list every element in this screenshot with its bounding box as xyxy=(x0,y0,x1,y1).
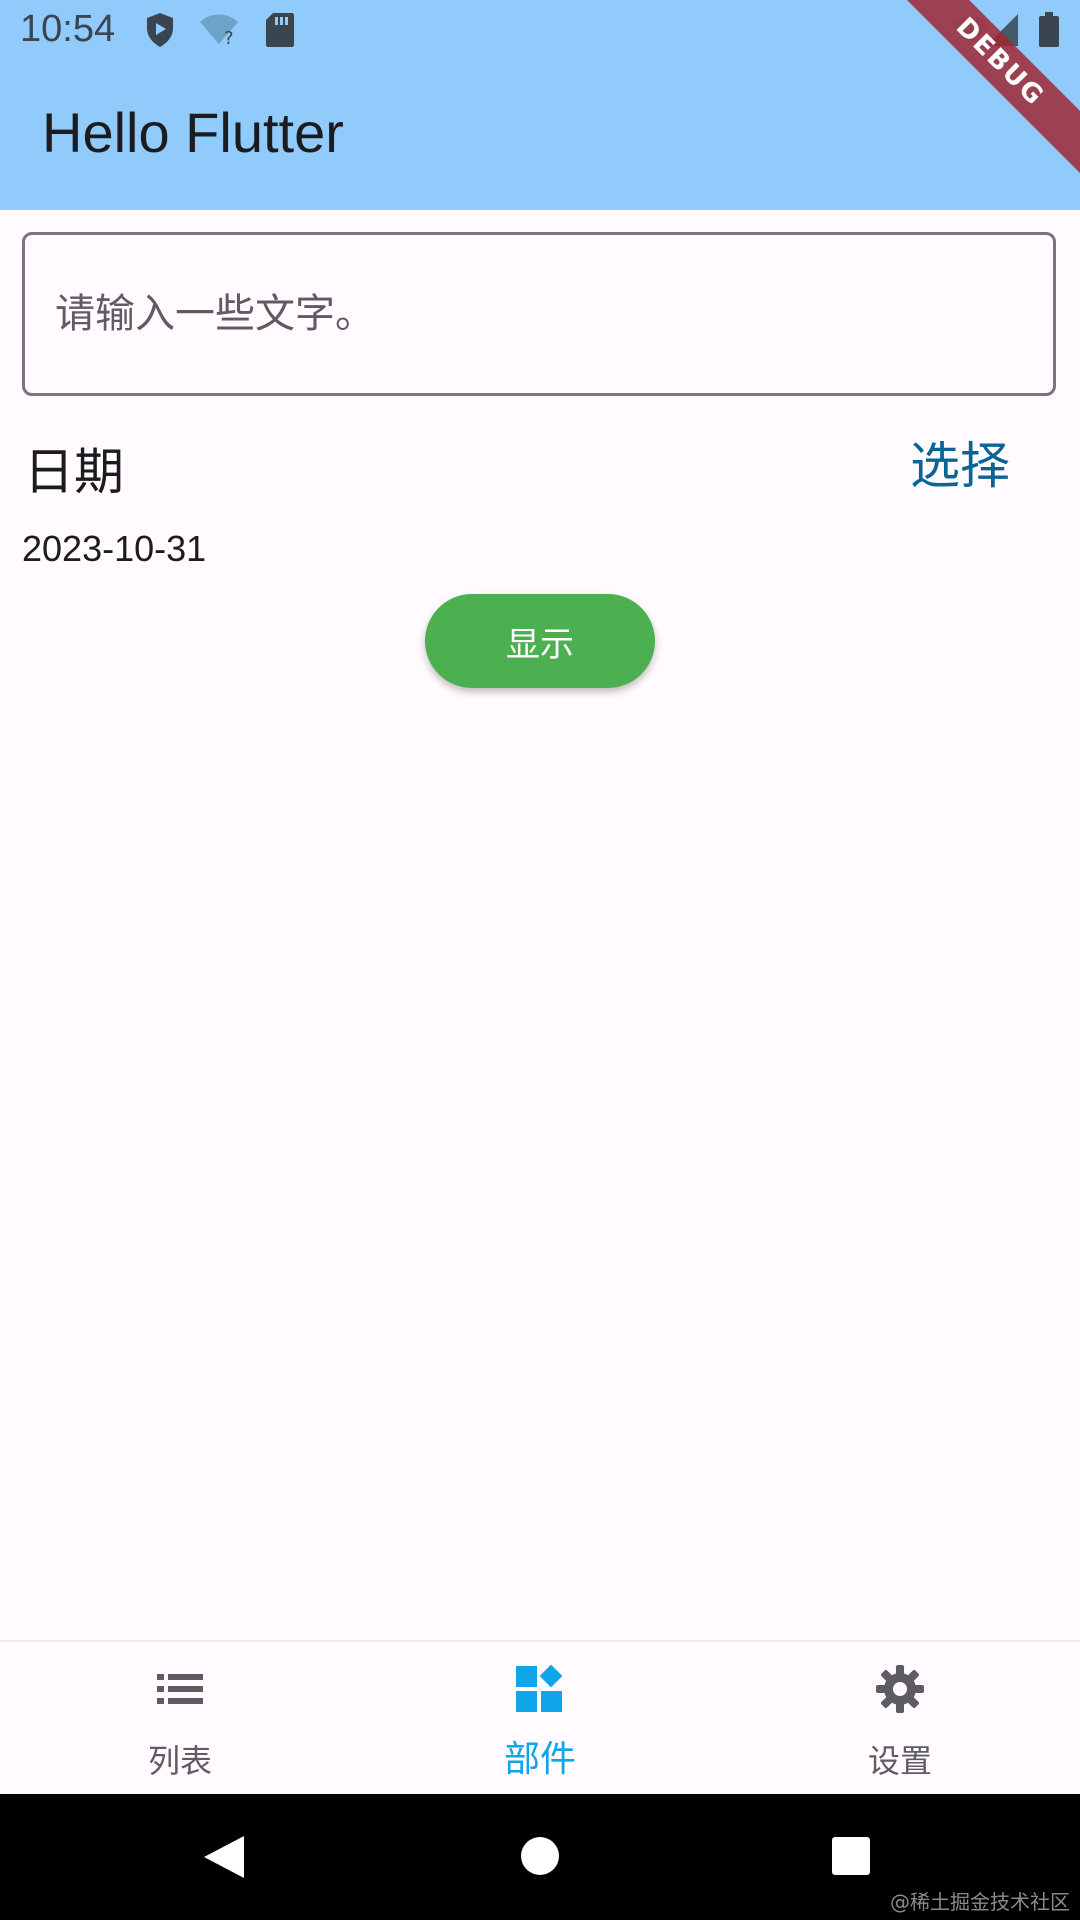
app-title: Hello Flutter xyxy=(42,101,344,164)
recents-icon[interactable] xyxy=(831,1836,871,1876)
nav-item-list[interactable]: 列表 xyxy=(0,1642,360,1796)
nav-label-settings: 设置 xyxy=(867,1742,932,1780)
date-value: 2023-10-31 xyxy=(22,528,207,569)
watermark: @稀土掘金技术社区 xyxy=(890,1890,1070,1914)
sd-card-icon xyxy=(266,13,294,47)
wifi-question-icon: ? xyxy=(200,14,238,46)
nav-item-widgets[interactable]: 部件 xyxy=(360,1642,720,1796)
battery-icon xyxy=(1039,12,1059,47)
home-icon[interactable] xyxy=(520,1836,560,1876)
svg-text:?: ? xyxy=(224,28,234,46)
status-time: 10:54 xyxy=(20,8,116,50)
back-icon[interactable] xyxy=(202,1834,246,1880)
text-input[interactable] xyxy=(22,232,1056,396)
bottom-navigation: 列表 部件 设置 xyxy=(0,1640,1080,1796)
show-button[interactable]: 显示 xyxy=(425,594,655,688)
date-label: 日期 xyxy=(24,443,124,501)
list-icon xyxy=(157,1674,203,1704)
screen: 10:54 ? Hello Flutter DEBUG 日期 选择 2023-1… xyxy=(0,0,1080,1920)
nav-label-widgets: 部件 xyxy=(503,1739,576,1780)
widgets-icon xyxy=(516,1664,563,1712)
gear-icon xyxy=(876,1665,924,1713)
play-protect-icon xyxy=(147,13,173,47)
choose-date-button[interactable]: 选择 xyxy=(900,426,1020,498)
nav-item-settings[interactable]: 设置 xyxy=(720,1642,1080,1796)
nav-label-list: 列表 xyxy=(147,1742,212,1780)
